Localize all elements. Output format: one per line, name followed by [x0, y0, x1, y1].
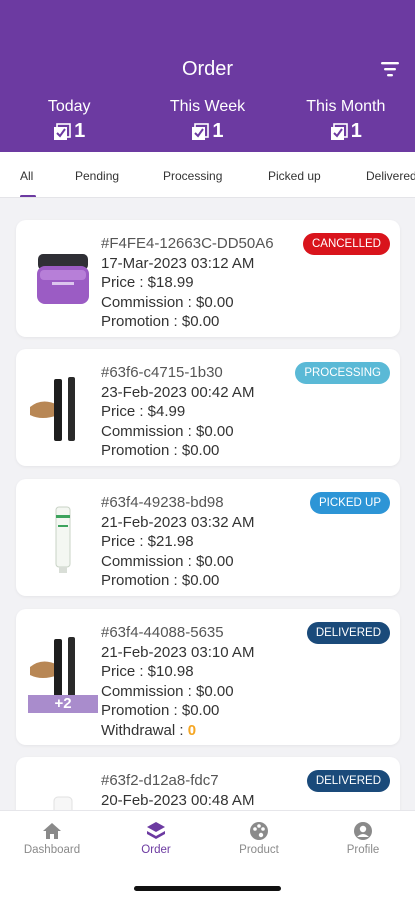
product-thumbnail: [30, 377, 75, 441]
order-details: #63f4-49238-bd98 21-Feb-2023 03:32 AM Pr…: [101, 493, 254, 591]
stat-label: This Month: [306, 98, 386, 115]
order-date: 21-Feb-2023 03:10 AM: [101, 643, 255, 661]
status-badge: PROCESSING: [295, 362, 390, 384]
status-tabs: All Pending Processing Picked up Deliver…: [0, 152, 415, 198]
stat-this-month: This Month 1: [277, 98, 415, 143]
order-id: #63f4-49238-bd98: [101, 494, 224, 511]
order-card[interactable]: #63f6-c4715-1b30 23-Feb-2023 00:42 AM Pr…: [16, 349, 400, 466]
order-card[interactable]: #63f4-49238-bd98 21-Feb-2023 03:32 AM Pr…: [16, 479, 400, 596]
order-card[interactable]: #63f2-d12a8-fdc7 20-Feb-2023 00:48 AM DE…: [16, 757, 400, 810]
home-indicator: [134, 886, 281, 891]
withdrawal-value: 0: [187, 721, 197, 739]
order-price: Price : $10.98: [101, 663, 194, 680]
stat-label: This Week: [169, 98, 246, 115]
stat-today: Today 1: [0, 98, 138, 143]
status-badge: DELIVERED: [306, 622, 390, 644]
order-details: #63f6-c4715-1b30 23-Feb-2023 00:42 AM Pr…: [101, 363, 254, 461]
order-commission: Commission : $0.00: [101, 682, 234, 700]
order-promotion: Promotion : $0.00: [101, 442, 220, 459]
order-price: Price : $4.99: [101, 403, 186, 420]
header: Order Today 1 This Week 1 This Month 1: [0, 0, 415, 152]
order-commission: Commission : $0.00: [101, 552, 234, 570]
nav-label: Order: [141, 844, 171, 856]
stat-value: 1: [350, 120, 362, 142]
order-date: 20-Feb-2023 00:48 AM: [101, 791, 255, 809]
filter-icon[interactable]: [380, 60, 400, 78]
stat-label: Today: [47, 98, 91, 115]
order-id: #63f2-d12a8-fdc7: [101, 772, 219, 789]
user-icon: [354, 822, 372, 840]
order-commission: Commission : $0.00: [101, 293, 234, 311]
nav-label: Product: [239, 844, 279, 856]
order-id: #F4FE4-12663C-DD50A6: [101, 235, 274, 252]
stat-this-week: This Week 1: [138, 98, 276, 143]
order-price: Price : $18.99: [101, 274, 194, 291]
order-details: #63f4-44088-5635 21-Feb-2023 03:10 AM Pr…: [101, 623, 254, 740]
order-date: 23-Feb-2023 00:42 AM: [101, 383, 255, 401]
nav-profile[interactable]: Profile: [318, 821, 408, 856]
nav-label: Dashboard: [23, 844, 81, 856]
product-thumbnail: [37, 254, 89, 304]
order-details: #F4FE4-12663C-DD50A6 17-Mar-2023 03:12 A…: [101, 234, 274, 332]
order-price: Price : $21.98: [101, 533, 194, 550]
nav-product[interactable]: Product: [214, 821, 304, 856]
page-title: Order: [181, 58, 234, 80]
order-promotion: Promotion : $0.00: [101, 572, 220, 589]
product-thumbnail: [53, 796, 73, 810]
stat-value: 1: [212, 120, 224, 142]
checklist-icon: [54, 122, 71, 140]
order-id: #63f6-c4715-1b30: [101, 364, 223, 381]
order-details: #63f2-d12a8-fdc7 20-Feb-2023 00:48 AM: [101, 771, 254, 810]
order-date: 21-Feb-2023 03:32 AM: [101, 513, 255, 531]
home-icon: [43, 823, 61, 839]
tab-pending[interactable]: Pending: [75, 169, 119, 183]
product-thumbnail: [55, 506, 71, 573]
stats-row: Today 1 This Week 1 This Month 1: [0, 98, 415, 143]
withdrawal-label: Withdrawal :: [101, 721, 188, 739]
layers-icon: [147, 822, 165, 839]
palette-icon: [250, 822, 268, 840]
order-id: #63f4-44088-5635: [101, 624, 224, 641]
tab-picked-up[interactable]: Picked up: [268, 169, 321, 183]
order-promotion: Promotion : $0.00: [101, 313, 220, 330]
order-withdrawal: Withdrawal : 0: [101, 721, 254, 741]
order-card[interactable]: +2 #63f4-44088-5635 21-Feb-2023 03:10 AM…: [16, 609, 400, 745]
extra-items-badge: +2: [28, 695, 98, 713]
status-badge: PICKED UP: [310, 492, 390, 514]
nav-label: Profile: [346, 844, 380, 856]
status-badge: CANCELLED: [302, 233, 390, 255]
checklist-icon: [192, 122, 210, 140]
order-date: 17-Mar-2023 03:12 AM: [101, 254, 255, 272]
checklist-icon: [330, 122, 348, 140]
order-promotion: Promotion : $0.00: [101, 702, 220, 719]
order-card[interactable]: #F4FE4-12663C-DD50A6 17-Mar-2023 03:12 A…: [16, 220, 400, 337]
tab-delivered[interactable]: Delivered: [366, 169, 415, 183]
order-list[interactable]: #F4FE4-12663C-DD50A6 17-Mar-2023 03:12 A…: [0, 198, 415, 810]
stat-value: 1: [74, 120, 86, 142]
nav-dashboard[interactable]: Dashboard: [7, 821, 97, 856]
tab-processing[interactable]: Processing: [163, 169, 222, 183]
nav-order[interactable]: Order: [111, 821, 201, 856]
status-badge: DELIVERED: [306, 770, 390, 792]
tab-all[interactable]: All: [20, 169, 33, 183]
order-commission: Commission : $0.00: [101, 422, 234, 440]
